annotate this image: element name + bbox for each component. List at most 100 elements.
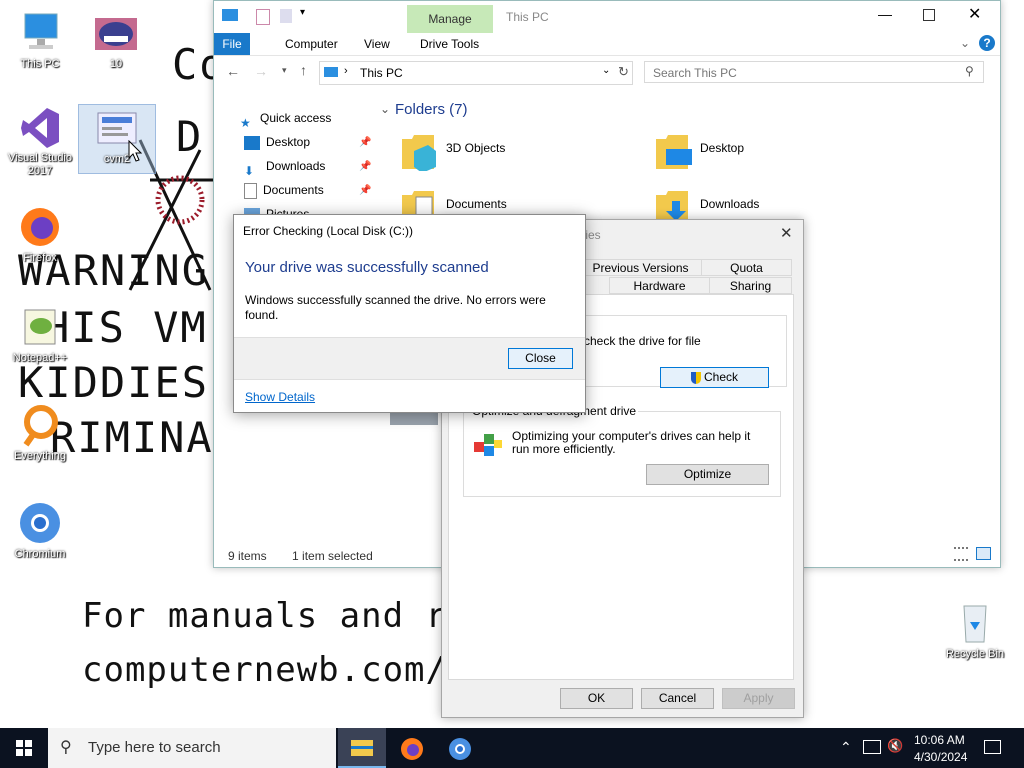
star-icon: ★ xyxy=(240,115,251,130)
tab-quota[interactable]: Quota xyxy=(701,259,792,276)
desktop-icon-everything[interactable]: Everything xyxy=(2,402,78,463)
document-icon xyxy=(244,182,257,199)
taskbar-chromium[interactable] xyxy=(436,728,484,768)
dialog-title: Error Checking (Local Disk (C:)) xyxy=(243,224,414,238)
desktop-icon-chromium[interactable]: Chromium xyxy=(2,500,78,561)
back-arrow-icon[interactable]: ← xyxy=(226,63,240,79)
status-selection: 1 item selected xyxy=(292,549,373,563)
tab-manage[interactable]: Manage xyxy=(407,5,493,33)
nav-item-desktop[interactable]: Desktop xyxy=(244,131,310,153)
cancel-button[interactable]: Cancel xyxy=(641,688,714,709)
error-checking-dialog[interactable]: Error Checking (Local Disk (C:)) Your dr… xyxy=(233,214,586,413)
optimize-button[interactable]: Optimize xyxy=(646,464,769,485)
desktop-icon-label: Chromium xyxy=(14,548,66,560)
everything-icon xyxy=(17,402,63,448)
download-arrow-icon: ⬇ xyxy=(244,163,255,178)
notepadpp-icon xyxy=(17,304,63,350)
nav-item-downloads[interactable]: ⬇ Downloads xyxy=(244,155,325,178)
tab-computer[interactable]: Computer xyxy=(275,33,348,55)
taskbar-search-placeholder: Type here to search xyxy=(88,739,221,756)
desktop-icon-label: 10 xyxy=(109,58,123,70)
chromium-icon xyxy=(17,500,63,546)
chevron-down-icon[interactable]: ▾ xyxy=(300,7,305,18)
start-button[interactable] xyxy=(0,728,48,768)
show-details-link[interactable]: Show Details xyxy=(245,390,315,404)
new-folder-quick-icon[interactable] xyxy=(280,9,292,23)
volume-muted-icon[interactable]: 🔇 xyxy=(887,738,903,754)
folder-name: Desktop xyxy=(700,141,745,155)
ok-button[interactable]: OK xyxy=(560,688,633,709)
close-button[interactable]: Close xyxy=(508,348,573,369)
dialog-button-bar: Close xyxy=(234,337,585,380)
details-view-icon[interactable] xyxy=(954,547,968,561)
wallpaper-text: KIDDIES, xyxy=(18,358,237,407)
desktop-icon-recycle-bin[interactable]: Recycle Bin xyxy=(937,600,1013,661)
window-title: This PC xyxy=(506,10,549,24)
desktop-icon-this-pc[interactable]: This PC xyxy=(2,10,78,71)
pin-icon: 📌 xyxy=(359,185,372,196)
desktop-icon-visual-studio[interactable]: Visual Studio 2017 xyxy=(2,104,78,178)
tab-file[interactable]: File xyxy=(214,33,250,55)
tab-view[interactable]: View xyxy=(354,33,400,55)
scan-result-heading: Your drive was successfully scanned xyxy=(245,259,489,276)
desktop-icon-label: Firefox xyxy=(23,252,57,264)
mouse-cursor-icon xyxy=(128,140,142,162)
chromium-icon xyxy=(449,738,471,760)
tab-sharing[interactable]: Sharing xyxy=(709,277,792,294)
folders-header[interactable]: Folders (7) xyxy=(395,101,468,118)
recent-locations-icon[interactable]: ▾ xyxy=(282,65,287,76)
explorer-titlebar[interactable]: ▾ Manage This PC — ✕ xyxy=(214,1,1000,33)
folder-name: Downloads xyxy=(700,197,760,211)
forward-arrow-icon[interactable]: → xyxy=(254,63,268,79)
refresh-icon[interactable]: ↻ xyxy=(618,64,629,80)
maximize-button[interactable] xyxy=(923,9,935,21)
firefox-icon xyxy=(401,738,423,760)
check-button[interactable]: Check xyxy=(660,367,769,388)
clock-time[interactable]: 10:06 AM xyxy=(914,733,965,747)
tab-previous-versions[interactable]: Previous Versions xyxy=(579,259,702,276)
search-icon: ⚲ xyxy=(60,739,72,756)
minimize-button[interactable]: — xyxy=(878,6,892,22)
search-input[interactable]: Search This PC xyxy=(644,61,984,83)
desktop-icon-label: Recycle Bin xyxy=(945,648,1005,660)
desktop-icon-cvm2[interactable]: cvm2 xyxy=(78,104,156,174)
address-dropdown-icon[interactable]: ⌄ xyxy=(602,65,610,76)
large-icons-view-icon[interactable] xyxy=(976,547,991,560)
nav-quick-access[interactable]: ★ Quick access xyxy=(240,107,331,130)
taskbar-firefox[interactable] xyxy=(388,728,436,768)
optimize-group: Optimize and defragment drive Optimizing… xyxy=(463,404,781,497)
desktop-icon-10[interactable]: 10 xyxy=(78,10,154,71)
close-button[interactable]: ✕ xyxy=(968,4,981,24)
nav-item-documents[interactable]: Documents xyxy=(244,179,324,201)
clock-date[interactable]: 4/30/2024 xyxy=(914,750,967,764)
firefox-icon xyxy=(17,204,63,250)
up-arrow-icon[interactable]: ↑ xyxy=(300,62,307,78)
close-icon[interactable]: ✕ xyxy=(780,224,793,242)
tab-hardware[interactable]: Hardware xyxy=(609,277,710,294)
help-icon[interactable]: ? xyxy=(979,35,995,51)
properties-quick-icon[interactable] xyxy=(256,9,270,25)
network-icon[interactable] xyxy=(863,740,881,754)
pin-icon: 📌 xyxy=(359,161,372,172)
address-bar[interactable]: › This PC ⌄ ↻ xyxy=(319,61,633,85)
ribbon-tabs: File Computer View Drive Tools ⌄ ? xyxy=(214,33,1000,56)
collapse-chevron-icon[interactable]: ⌄ xyxy=(380,102,390,116)
scan-result-message: Windows successfully scanned the drive. … xyxy=(245,293,546,322)
file-explorer-icon xyxy=(351,740,373,756)
search-icon: ⚲ xyxy=(965,64,974,78)
taskbar-search-box[interactable]: ⚲ Type here to search xyxy=(48,728,336,768)
recycle-bin-icon xyxy=(952,600,998,646)
show-hidden-icons-chevron-icon[interactable]: ⌃ xyxy=(840,739,852,756)
wallpaper-text: computernewb.com/ xyxy=(82,650,447,690)
folder-3d-icon xyxy=(402,135,436,171)
apply-button[interactable]: Apply xyxy=(722,688,795,709)
desktop-icon-notepadpp[interactable]: Notepad++ xyxy=(2,304,78,365)
ribbon-expand-icon[interactable]: ⌄ xyxy=(960,36,970,50)
status-item-count: 9 items xyxy=(228,549,267,563)
desktop-icon-firefox[interactable]: Firefox xyxy=(2,204,78,265)
check-button-label: Check xyxy=(703,370,738,384)
tab-drive-tools[interactable]: Drive Tools xyxy=(410,33,489,55)
notifications-icon[interactable] xyxy=(984,740,1001,754)
desktop-icon-label: This PC xyxy=(20,58,60,70)
taskbar-file-explorer[interactable] xyxy=(338,728,386,768)
